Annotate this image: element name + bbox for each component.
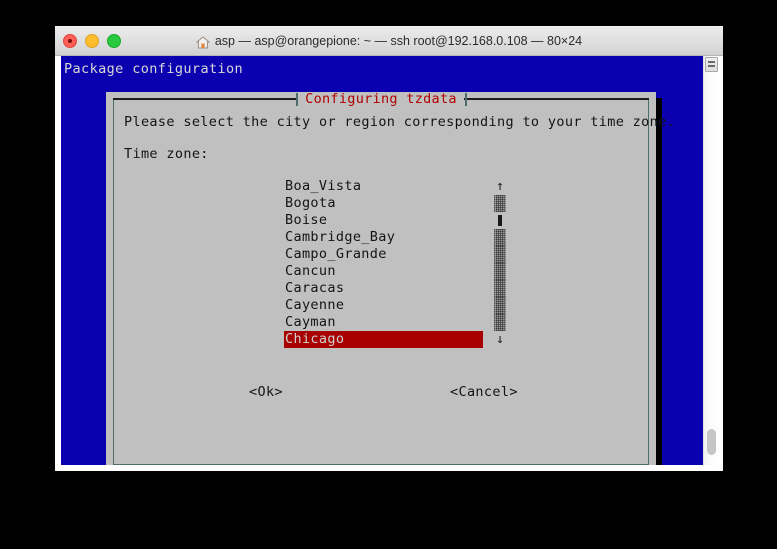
dialog-title-tick-right [465,93,467,106]
traffic-light-controls [63,27,121,55]
scrollbar-track-cell[interactable] [494,280,506,297]
scrollbar-track-cell[interactable] [494,229,506,246]
list-scrollbar[interactable]: ↑ ↓ [494,178,506,348]
home-icon [195,35,211,49]
terminal-scrollbar[interactable] [703,56,719,465]
list-item[interactable]: Cancun [284,263,482,280]
terminal-screen[interactable]: Package configuration Configuring tzdata… [61,56,704,465]
window-title-text: asp — asp@orangepione: ~ — ssh root@192.… [214,34,583,48]
dialog-prompt-text: Please select the city or region corresp… [124,114,676,130]
scrollbar-track-cell[interactable] [494,195,506,212]
terminal-body: Package configuration Configuring tzdata… [55,56,723,471]
scrollbar-marker-icon[interactable] [705,57,718,72]
scrollbar-thumb[interactable] [494,212,506,229]
configuring-tzdata-dialog: Configuring tzdata Please select the cit… [106,91,675,465]
close-button[interactable] [63,34,77,48]
terminal-scrollbar-thumb[interactable] [707,429,716,455]
package-configuration-header: Package configuration [64,61,244,77]
list-item[interactable]: Bogota [284,195,482,212]
list-item[interactable]: Cayenne [284,297,482,314]
list-item[interactable]: Cambridge_Bay [284,229,482,246]
list-item[interactable]: Boise [284,212,482,229]
terminal-window: asp — asp@orangepione: ~ — ssh root@192.… [55,26,723,471]
list-item-selected[interactable]: Chicago [284,331,483,348]
time-zone-list[interactable]: Boa_Vista Bogota Boise Cambridge_Bay Cam… [284,178,483,348]
ok-button[interactable]: <Ok> [249,382,283,402]
minimize-button[interactable] [85,34,99,48]
scrollbar-track-cell[interactable] [494,297,506,314]
maximize-button[interactable] [107,34,121,48]
scroll-up-arrow-icon[interactable]: ↑ [494,178,506,195]
window-title: asp — asp@orangepione: ~ — ssh root@192.… [195,34,583,49]
cancel-button[interactable]: <Cancel> [450,382,518,402]
dialog-title: Configuring tzdata [305,91,457,107]
list-item[interactable]: Boa_Vista [284,178,482,195]
scrollbar-track-cell[interactable] [494,314,506,331]
list-item[interactable]: Cayman [284,314,482,331]
list-item[interactable]: Caracas [284,280,482,297]
window-title-bar[interactable]: asp — asp@orangepione: ~ — ssh root@192.… [55,26,723,56]
scroll-down-arrow-icon[interactable]: ↓ [494,331,506,348]
list-item[interactable]: Campo_Grande [284,246,482,263]
dialog-button-row: <Ok> <Cancel> [106,382,656,402]
time-zone-label: Time zone: [124,146,209,162]
scrollbar-track-cell[interactable] [494,263,506,280]
scrollbar-track-cell[interactable] [494,246,506,263]
